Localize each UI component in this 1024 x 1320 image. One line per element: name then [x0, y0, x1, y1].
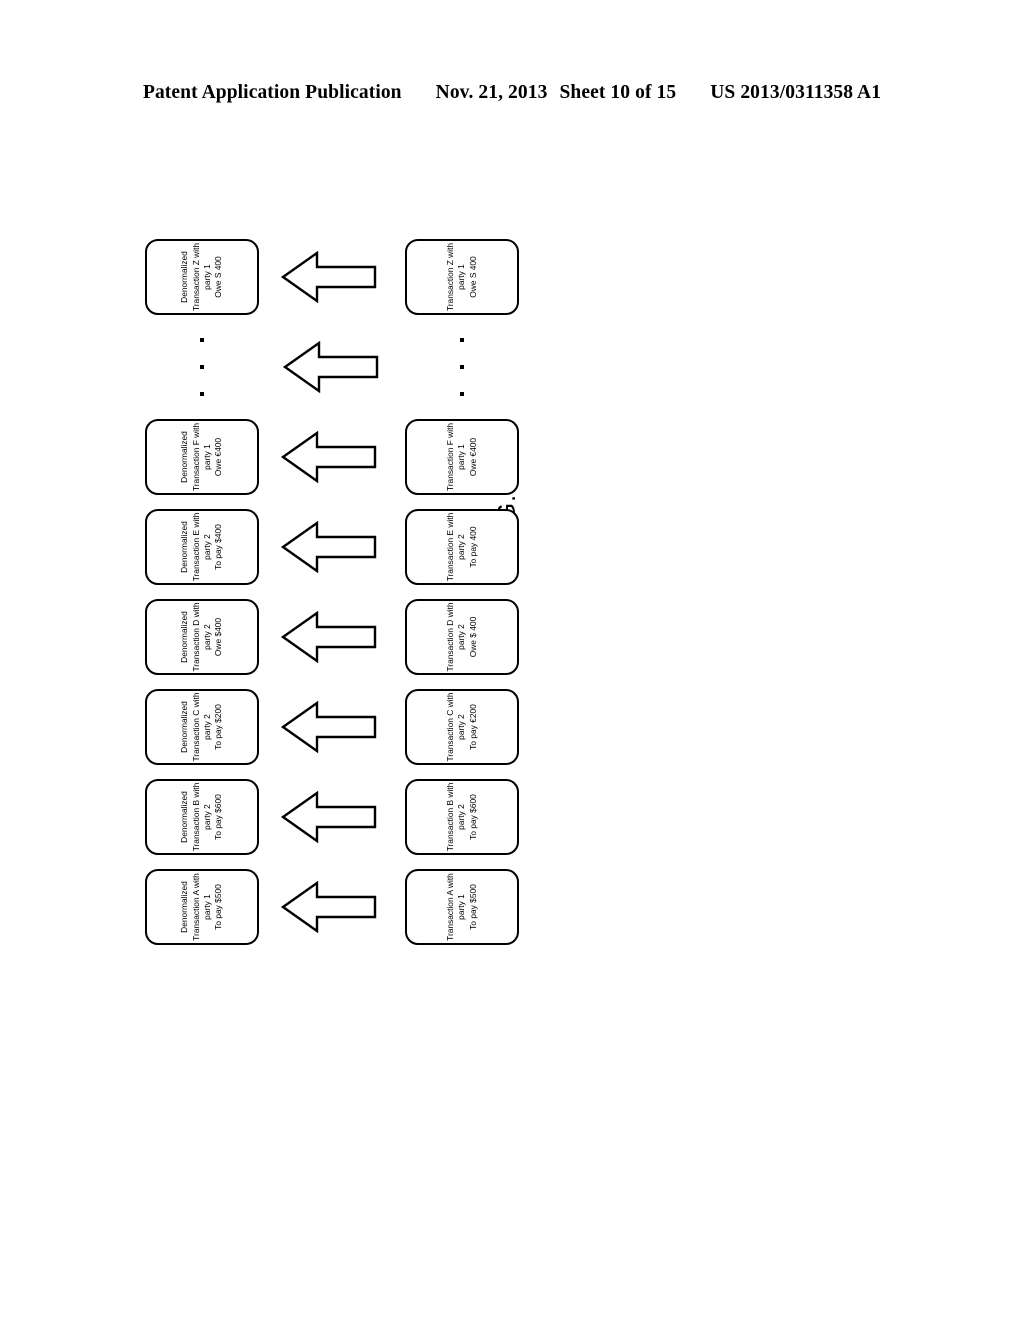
- box-line-amount: To pay $500: [467, 884, 478, 930]
- denormalized-transaction-box: Denormalized Transaction B with party 2 …: [145, 779, 259, 855]
- box-line-transaction: Transaction A with: [444, 873, 455, 941]
- box-line-transaction: Transaction D with: [190, 602, 201, 672]
- box-line-title: Denormalized: [179, 431, 190, 483]
- box-line-transaction: Transaction C with: [444, 692, 455, 762]
- up-arrow-icon: [279, 315, 383, 419]
- box-line-party: party 2: [202, 714, 212, 740]
- up-arrow-icon: [277, 239, 381, 315]
- transaction-box: Transaction C with party 2 To pay €200: [405, 689, 519, 765]
- box-line-amount: To pay $600: [213, 794, 224, 840]
- denormalized-transactions-row: Denormalized Transaction A with party 1 …: [142, 205, 262, 945]
- box-line-amount: Owe €400: [213, 437, 224, 477]
- box-line-amount: To pay $500: [213, 884, 224, 930]
- up-arrow-icon: [277, 509, 381, 585]
- box-line-transaction: Transaction Z with: [190, 242, 201, 312]
- denormalized-transaction-box: Denormalized Transaction Z with party 1 …: [145, 239, 259, 315]
- box-line-transaction: Transaction B with: [190, 782, 201, 852]
- box-line-amount: Owe €400: [467, 437, 478, 477]
- up-arrow-icon: [277, 869, 381, 945]
- box-line-title: Denormalized: [179, 701, 190, 753]
- box-line-transaction: Transaction E with: [190, 512, 201, 582]
- ellipsis-dots-denormalized: [145, 315, 259, 419]
- ellipsis-dot: [460, 338, 464, 343]
- box-line-amount: To pay €200: [467, 704, 478, 750]
- ellipsis-dot: [200, 391, 204, 396]
- transaction-box: Transaction Z with party 1 Owe S 400: [405, 239, 519, 315]
- denormalized-transaction-box: Denormalized Transaction F with party 1 …: [145, 419, 259, 495]
- box-line-title: Denormalized: [179, 251, 190, 303]
- source-transactions-row: Transaction A with party 1 To pay $500 T…: [402, 205, 522, 945]
- box-line-amount: To pay $600: [467, 794, 478, 840]
- box-line-party: party 2: [456, 534, 467, 560]
- box-line-amount: To pay $200: [213, 704, 224, 750]
- box-line-party: party 2: [456, 714, 467, 740]
- transaction-box: Transaction D with party 2 Owe $ 400: [405, 599, 519, 675]
- up-arrow-icon: [277, 599, 381, 675]
- box-line-amount: Owe $400: [213, 617, 224, 657]
- box-line-title: Denormalized: [179, 791, 190, 843]
- ellipsis-dot: [460, 391, 464, 396]
- box-line-party: party 2: [202, 804, 212, 830]
- figure-drawing-area: FIG. 4A Denormalized Transaction A with …: [0, 0, 1024, 1320]
- box-line-transaction: Transaction E with: [444, 512, 455, 582]
- up-arrow-icon: [277, 779, 381, 855]
- ellipsis-dots-source: [405, 315, 519, 419]
- transaction-box: Transaction F with party 1 Owe €400: [405, 419, 519, 495]
- transaction-box: Transaction E with party 2 To pay 400: [405, 509, 519, 585]
- arrow-row-middle-spacer: [279, 315, 379, 419]
- up-arrow-icon: [277, 419, 381, 495]
- box-line-party: party 1: [202, 444, 212, 470]
- box-line-party: party 2: [456, 624, 467, 650]
- box-line-amount: Owe S 400: [213, 256, 224, 298]
- denormalized-transaction-box: Denormalized Transaction A with party 1 …: [145, 869, 259, 945]
- box-line-party: party 1: [456, 264, 467, 290]
- box-line-transaction: Transaction A with: [190, 873, 201, 941]
- box-line-transaction: Transaction B with: [444, 782, 455, 852]
- box-line-title: Denormalized: [179, 881, 190, 933]
- denormalized-transaction-box: Denormalized Transaction E with party 2 …: [145, 509, 259, 585]
- box-line-title: Denormalized: [179, 611, 190, 663]
- ellipsis-dot: [200, 365, 204, 370]
- box-line-amount: To pay $400: [213, 524, 224, 570]
- up-arrow-icon: [277, 689, 381, 765]
- box-line-title: Denormalized: [179, 521, 190, 573]
- box-line-transaction: Transaction D with: [444, 602, 455, 672]
- box-line-party: party 2: [202, 624, 212, 650]
- box-line-amount: To pay 400: [467, 526, 478, 568]
- transaction-box: Transaction A with party 1 To pay $500: [405, 869, 519, 945]
- box-line-party: party 2: [202, 534, 212, 560]
- ellipsis-dot: [200, 338, 204, 343]
- denormalized-transaction-box: Denormalized Transaction C with party 2 …: [145, 689, 259, 765]
- box-line-transaction: Transaction F with: [444, 422, 455, 492]
- box-line-transaction: Transaction F with: [190, 422, 201, 492]
- box-line-party: party 2: [456, 804, 467, 830]
- box-line-party: party 1: [456, 444, 467, 470]
- arrow-row: [270, 205, 388, 945]
- transaction-box: Transaction B with party 2 To pay $600: [405, 779, 519, 855]
- box-line-party: party 1: [456, 894, 467, 920]
- ellipsis-dot: [460, 365, 464, 370]
- box-line-party: party 1: [202, 894, 212, 920]
- denormalization-flow-diagram: Denormalized Transaction A with party 1 …: [142, 239, 882, 945]
- box-line-amount: Owe $ 400: [467, 616, 478, 658]
- denormalized-transaction-box: Denormalized Transaction D with party 2 …: [145, 599, 259, 675]
- box-line-party: party 1: [202, 264, 212, 290]
- box-line-amount: Owe S 400: [467, 256, 478, 298]
- box-line-transaction: Transaction Z with: [444, 242, 455, 312]
- box-line-transaction: Transaction C with: [190, 692, 201, 762]
